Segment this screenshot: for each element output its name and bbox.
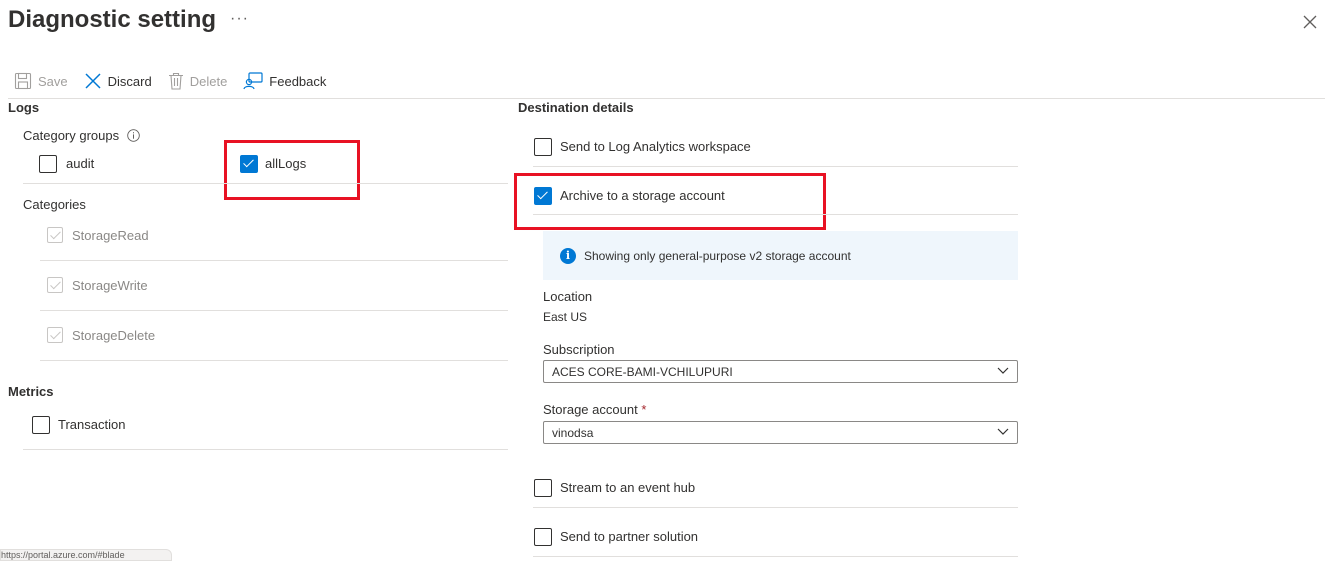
event-hub-label: Stream to an event hub	[560, 480, 696, 495]
more-options-button[interactable]: ···	[230, 10, 249, 28]
partner-checkbox[interactable]	[534, 528, 552, 546]
discard-button[interactable]: Discard	[84, 72, 152, 90]
storagedelete-checkbox[interactable]	[47, 327, 63, 343]
storageread-label: StorageRead	[72, 228, 149, 243]
archive-label: Archive to a storage account	[560, 188, 725, 203]
log-analytics-label: Send to Log Analytics workspace	[560, 139, 751, 154]
trash-icon	[168, 72, 183, 90]
transaction-label: Transaction	[58, 417, 126, 432]
feedback-button[interactable]: Feedback	[243, 72, 326, 90]
destination-divider	[533, 214, 1018, 215]
categories-label: Categories	[23, 197, 86, 212]
page-title: Diagnostic setting	[8, 6, 217, 33]
location-label: Location	[543, 289, 593, 304]
command-bar: Save Discard Delete Feedback	[14, 68, 342, 94]
alllogs-label: allLogs	[265, 156, 307, 171]
info-banner: i Showing only general-purpose v2 storag…	[543, 231, 1018, 280]
category-groups-text: Category groups	[23, 128, 120, 143]
discard-icon	[85, 73, 101, 89]
subscription-dropdown[interactable]: ACES CORE-BAMI-VCHILUPURI	[543, 360, 1018, 383]
transaction-row[interactable]: Transaction	[32, 416, 232, 436]
logs-heading: Logs	[8, 100, 40, 115]
event-hub-row[interactable]: Stream to an event hub	[534, 479, 834, 499]
location-value: East US	[543, 310, 588, 324]
save-label: Save	[38, 73, 68, 89]
metrics-heading: Metrics	[8, 384, 54, 399]
close-button[interactable]	[1300, 12, 1320, 32]
destination-divider	[533, 166, 1018, 167]
storagedelete-row[interactable]: StorageDelete	[47, 327, 347, 347]
alllogs-checkbox[interactable]	[240, 155, 258, 173]
delete-label: Delete	[189, 73, 228, 89]
partner-label: Send to partner solution	[560, 529, 699, 544]
toolbar-divider	[8, 98, 1325, 99]
category-divider	[40, 260, 508, 261]
transaction-checkbox[interactable]	[32, 416, 50, 434]
storagewrite-row[interactable]: StorageWrite	[47, 277, 347, 297]
partner-row[interactable]: Send to partner solution	[534, 528, 834, 548]
storagedelete-label: StorageDelete	[72, 328, 156, 343]
destination-divider	[533, 556, 1018, 557]
archive-checkbox[interactable]	[534, 187, 552, 205]
audit-label: audit	[66, 156, 95, 171]
storage-account-label: Storage account *	[543, 402, 646, 417]
discard-label: Discard	[107, 73, 152, 89]
info-circle-icon: i	[560, 248, 576, 264]
close-icon	[1303, 15, 1317, 29]
chevron-down-icon	[997, 367, 1009, 374]
destination-divider	[533, 507, 1018, 508]
audit-checkbox[interactable]	[39, 155, 57, 173]
storage-account-text: Storage account	[543, 402, 638, 417]
storagewrite-checkbox[interactable]	[47, 277, 63, 293]
delete-button[interactable]: Delete	[168, 72, 228, 90]
subscription-label: Subscription	[543, 342, 615, 357]
save-icon	[14, 72, 32, 90]
metrics-divider	[23, 449, 508, 450]
log-analytics-checkbox[interactable]	[534, 138, 552, 156]
archive-row[interactable]: Archive to a storage account	[534, 187, 814, 207]
save-button[interactable]: Save	[14, 72, 68, 90]
storage-account-dropdown[interactable]: vinodsa	[543, 421, 1018, 444]
status-bar-url: https://portal.azure.com/#blade	[0, 549, 172, 561]
feedback-label: Feedback	[269, 73, 327, 89]
destination-heading: Destination details	[518, 100, 634, 115]
groups-divider	[23, 183, 508, 184]
log-analytics-row[interactable]: Send to Log Analytics workspace	[534, 138, 934, 158]
storage-account-value: vinodsa	[552, 426, 594, 440]
category-groups-label: Category groups	[23, 128, 140, 143]
feedback-icon	[243, 72, 263, 90]
subscription-value: ACES CORE-BAMI-VCHILUPURI	[552, 365, 733, 379]
info-banner-text: Showing only general-purpose v2 storage …	[584, 249, 851, 263]
category-divider	[40, 360, 508, 361]
storagewrite-label: StorageWrite	[72, 278, 148, 293]
audit-checkbox-row[interactable]: audit	[39, 155, 189, 175]
storageread-row[interactable]: StorageRead	[47, 227, 347, 247]
alllogs-checkbox-row[interactable]: allLogs	[240, 155, 340, 175]
chevron-down-icon	[997, 428, 1009, 435]
storageread-checkbox[interactable]	[47, 227, 63, 243]
required-marker: *	[641, 402, 647, 417]
event-hub-checkbox[interactable]	[534, 479, 552, 497]
info-icon[interactable]	[126, 129, 140, 142]
category-divider	[40, 310, 508, 311]
